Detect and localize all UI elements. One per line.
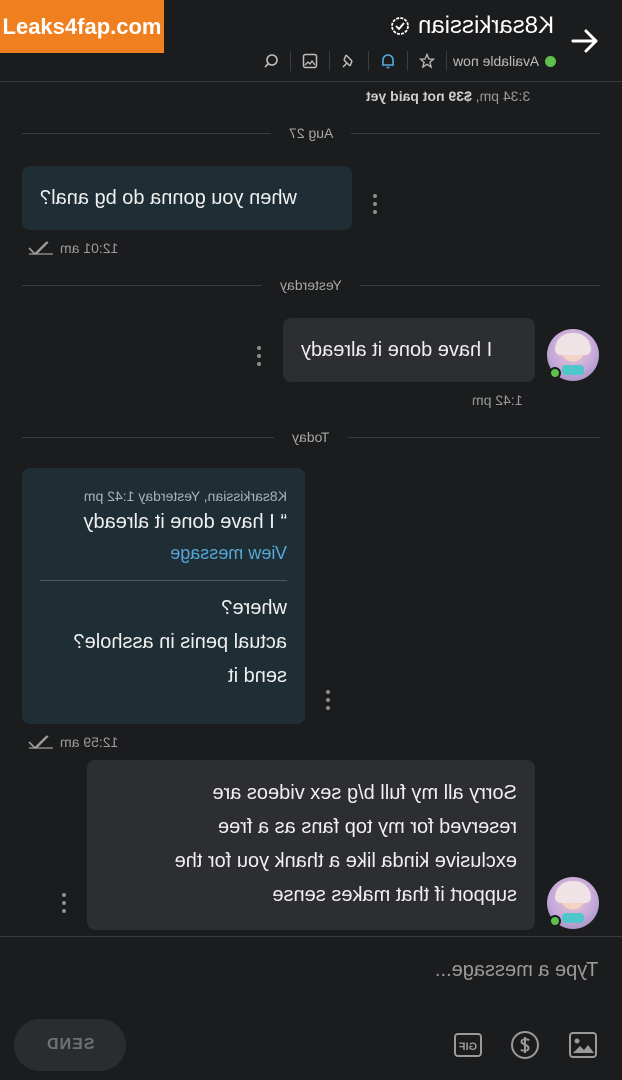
status-text: Available now [452,53,539,69]
gif-icon[interactable]: GIF [452,1029,484,1061]
message-input[interactable]: Type a message... [435,959,598,982]
message-text-line: actual penis in asshole? [73,631,287,653]
message-time: 1:42 pm [472,392,523,408]
avatar[interactable] [547,877,599,929]
message-options-icon[interactable] [325,690,331,710]
message-text-line: Sorry all my full b/g sex videos are [212,782,517,804]
message-text-line: where? [221,597,287,619]
quoted-message[interactable]: K8sarkissian, Yesterday 1:42 pm “ I have… [40,486,287,568]
paid-note: 3:34 pm, $39 not paid yet [365,88,530,104]
header-subrow: Available now [258,50,556,72]
divider [40,580,287,581]
online-indicator [545,55,556,67]
date-divider: Today [22,428,601,446]
search-icon[interactable] [258,50,284,72]
message-options-icon[interactable] [256,346,262,366]
message-options-icon[interactable] [61,893,67,913]
separator [289,51,291,71]
send-button[interactable]: SEND [14,1019,126,1071]
date-divider: Yesterday [22,276,600,294]
avatar[interactable] [547,329,599,381]
separator [445,51,447,71]
view-message-link[interactable]: View message [40,538,287,568]
message-text-line: exclusive kinda like a thank you for the [174,850,517,872]
separator [328,51,330,71]
message-bubble[interactable]: when you gonna do bg anal? [22,166,352,230]
message-bubble[interactable]: I have done it already [283,318,535,382]
separator [406,51,408,71]
image-icon[interactable] [567,1029,599,1061]
tip-icon[interactable] [509,1029,541,1061]
message-options-icon[interactable] [372,194,378,214]
message-time: 12:01 am [28,240,118,256]
arrow-right-icon[interactable] [570,26,600,56]
chat-title[interactable]: K8sarkissian [390,12,554,40]
star-icon[interactable] [414,50,440,72]
watermark-logo: Leaks4fap.com [0,0,164,53]
svg-text:GIF: GIF [459,1041,478,1053]
message-composer: Type a message... SEND GIF [0,936,622,1080]
message-time: 12:59 am [28,734,118,750]
message-text-line: support if that makes sense [272,884,517,906]
online-indicator [549,915,561,927]
double-check-icon [28,241,53,255]
date-divider: Aug 27 [22,124,600,142]
online-indicator [549,367,561,379]
double-check-icon [28,735,53,749]
message-bubble[interactable]: Sorry all my full b/g sex videos are res… [87,760,535,930]
pin-icon[interactable] [336,50,362,72]
separator [367,51,369,71]
message-text-line: reserved for my top fans as a free [217,816,517,838]
message-text-line: send it [228,665,287,687]
bell-icon[interactable] [375,50,401,72]
verified-icon [391,17,409,35]
contact-name: K8sarkissian [417,12,554,39]
image-icon[interactable] [297,50,323,72]
message-bubble[interactable]: K8sarkissian, Yesterday 1:42 pm “ I have… [22,468,305,724]
